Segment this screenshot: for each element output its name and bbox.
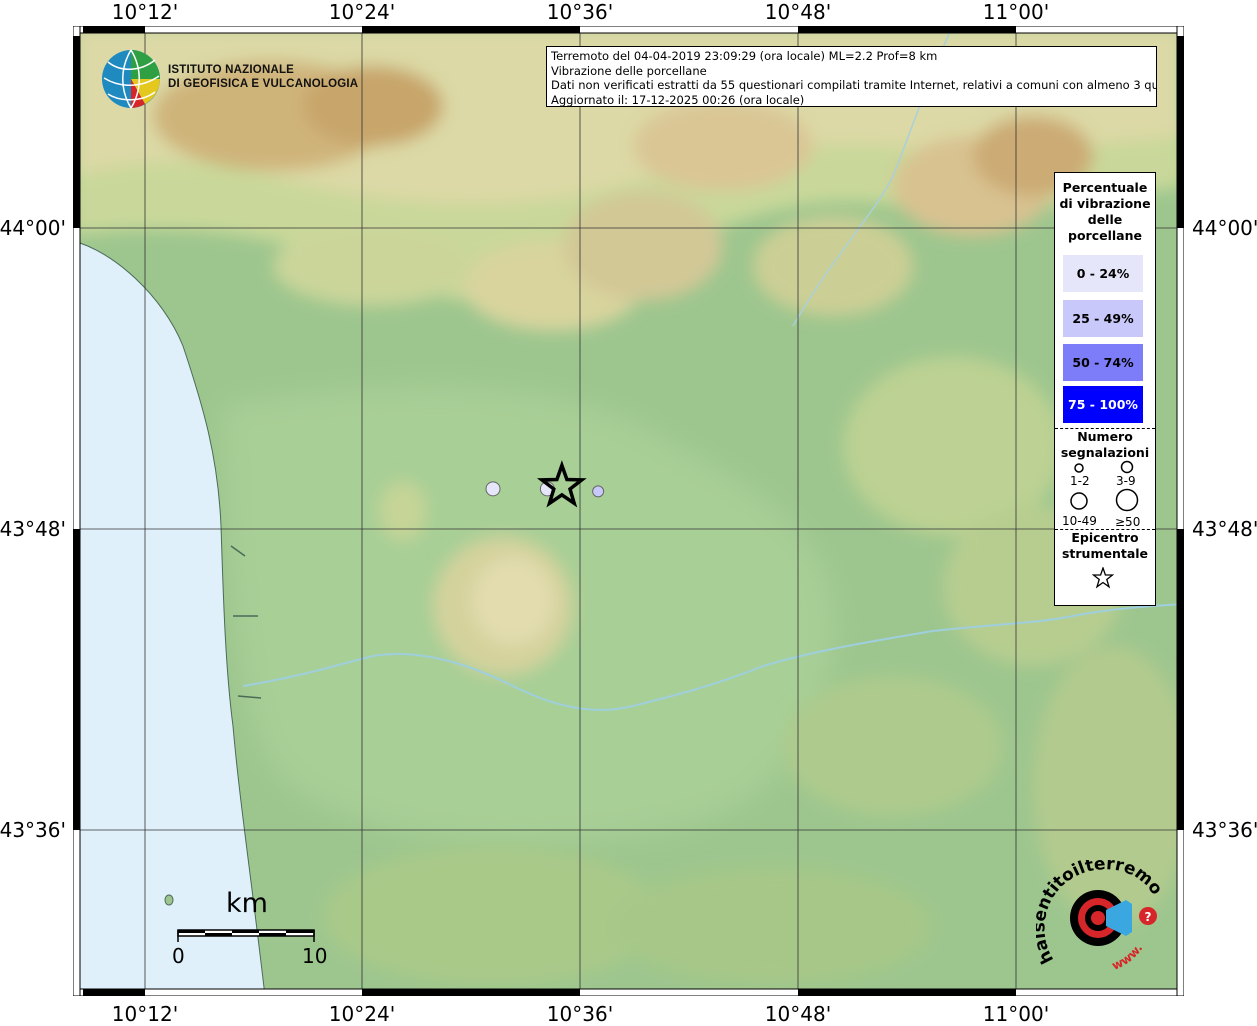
intensity-marker-2[interactable] <box>592 485 605 498</box>
event-data-note: Dati non verificati estratti da 55 quest… <box>551 78 1157 92</box>
axis-bottom-label-4: 10°48' <box>764 1002 832 1026</box>
legend-swatch-0: 0 - 24% <box>1063 255 1143 292</box>
axis-bottom-label-5: 11°00' <box>982 1002 1050 1026</box>
scale-max-label: 10 <box>302 944 328 968</box>
haisentito-question-mark: ? <box>1145 910 1152 924</box>
legend-circle-xlarge <box>1115 488 1139 512</box>
legend-swatch-2: 50 - 74% <box>1063 344 1143 381</box>
legend-swatch-label-3: 75 - 100% <box>1068 397 1138 412</box>
axis-top-label-2: 10°24' <box>328 0 396 24</box>
legend-swatch-3: 75 - 100% <box>1063 386 1143 423</box>
legend-swatch-label-2: 50 - 74% <box>1072 355 1134 370</box>
axis-top-label-1: 10°12' <box>111 0 179 24</box>
ingv-globe-logo <box>102 49 160 109</box>
legend-circle-small <box>1074 463 1084 473</box>
legend-circle-large <box>1070 492 1088 510</box>
scale-min-label: 0 <box>172 944 185 968</box>
scale-unit: km <box>226 888 268 919</box>
legend-count-title: Numero segnalazioni <box>1055 429 1155 461</box>
legend-count-title-line1: Numero <box>1077 429 1133 444</box>
legend-epicenter-title: Epicentro strumentale <box>1055 530 1155 562</box>
legend-count-1-2: 1-2 <box>1070 474 1090 488</box>
legend-panel: Percentuale di vibrazione delle porcella… <box>1054 172 1156 606</box>
event-info-box: Terremoto del 04-04-2019 23:09:29 (ora l… <box>546 46 1157 107</box>
haisentito-www: www. <box>1110 941 1146 973</box>
axis-top-label-3: 10°36' <box>546 0 614 24</box>
legend-epicenter-line2: strumentale <box>1061 546 1149 561</box>
legend-title-line2: di vibrazione <box>1059 196 1151 211</box>
axis-left-label-1: 44°00' <box>0 216 66 240</box>
legend-circle-medium <box>1120 460 1134 474</box>
legend-title-line3: delle <box>1087 212 1123 227</box>
small-island <box>164 894 174 906</box>
axis-top-label-5: 11°00' <box>982 0 1050 24</box>
legend-title-line1: Percentuale <box>1062 180 1148 195</box>
ingv-name-line2: DI GEOFISICA E VULCANOLOGIA <box>168 78 359 90</box>
legend-swatch-1: 25 - 49% <box>1063 300 1143 337</box>
ingv-name-line1: ISTITUTO NAZIONALE <box>168 64 295 76</box>
axis-right-label-2: 43°48' <box>1192 517 1257 541</box>
legend-title: Percentuale di vibrazione delle porcella… <box>1055 180 1155 244</box>
map-canvas[interactable] <box>73 26 1184 996</box>
axis-right-label-1: 44°00' <box>1192 216 1257 240</box>
legend-count-50: ≥50 <box>1115 515 1141 529</box>
axis-left-label-3: 43°36' <box>0 818 66 842</box>
scale-bar <box>177 929 315 942</box>
axis-bottom-label-2: 10°24' <box>328 1002 396 1026</box>
haisentito-logo[interactable]: haisentitoilterremoto.it ? www. <box>1036 860 1166 978</box>
ingv-name: ISTITUTO NAZIONALE DI GEOFISICA E VULCAN… <box>168 63 358 91</box>
axis-bottom-label-3: 10°36' <box>546 1002 614 1026</box>
event-subtitle: Vibrazione delle porcellane <box>551 63 707 78</box>
event-updated: Aggiornato il: 17-12-2025 00:26 (ora loc… <box>551 92 805 107</box>
legend-swatch-label-0: 0 - 24% <box>1076 266 1130 281</box>
event-title: Terremoto del 04-04-2019 23:09:29 (ora l… <box>551 49 938 63</box>
legend-star-icon <box>1092 567 1114 589</box>
axis-right-label-3: 43°36' <box>1192 818 1257 842</box>
legend-count-10-49: 10-49 <box>1062 514 1097 528</box>
intensity-marker-0[interactable] <box>485 481 501 497</box>
axis-bottom-label-1: 10°12' <box>111 1002 179 1026</box>
axis-left-label-2: 43°48' <box>0 517 66 541</box>
legend-epicenter-line1: Epicentro <box>1071 530 1139 545</box>
axis-top-label-4: 10°48' <box>764 0 832 24</box>
legend-swatch-label-1: 25 - 49% <box>1072 311 1134 326</box>
legend-count-3-9: 3-9 <box>1116 474 1136 488</box>
legend-title-line4: porcellane <box>1068 228 1142 243</box>
